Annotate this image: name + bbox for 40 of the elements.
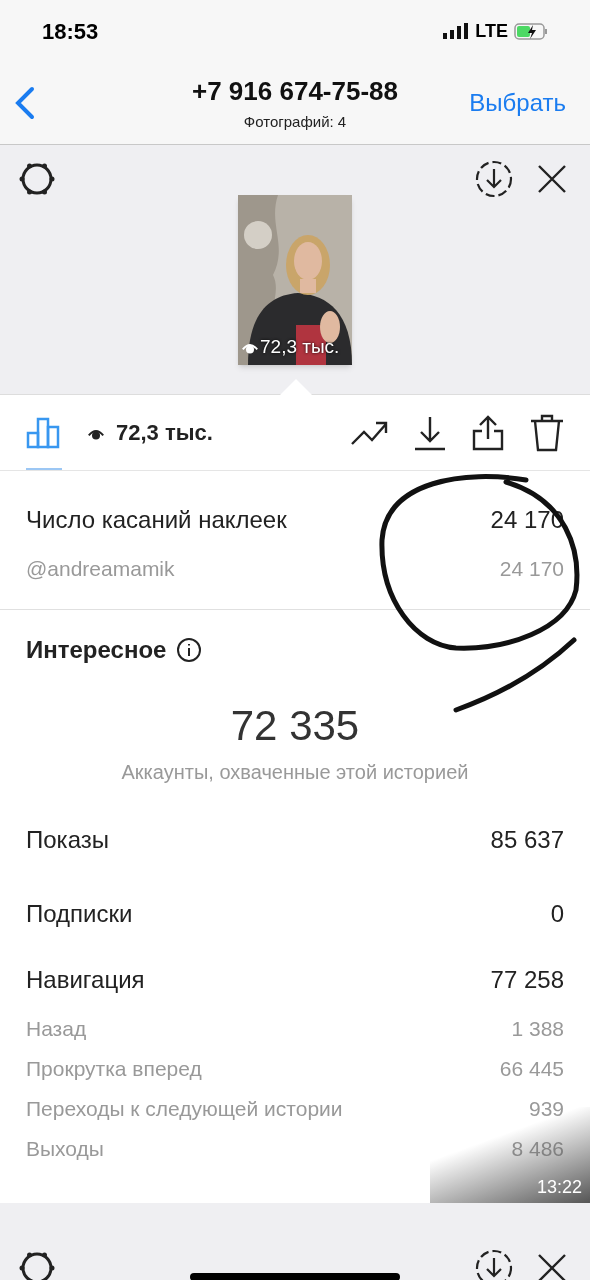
metric-label: Число касаний наклеек	[26, 505, 287, 535]
network-label: LTE	[475, 19, 508, 43]
close-icon[interactable]	[536, 1252, 568, 1280]
video-duration: 13:22	[536, 1176, 582, 1199]
photo-count: Фотографий: 4	[243, 112, 347, 133]
download-icon[interactable]	[414, 414, 446, 451]
metric-label: Навигация	[26, 965, 145, 995]
status-time: 18:53	[42, 17, 99, 46]
pointer-notch	[280, 379, 312, 395]
metric-label: Подписки	[26, 899, 133, 929]
metric-value: 66 445	[499, 1056, 564, 1083]
signal-icon	[443, 23, 470, 39]
metric-label: Прокрутка вперед	[26, 1056, 202, 1083]
metric-label: Выходы	[26, 1136, 104, 1163]
metric-value: 8 486	[511, 1136, 564, 1163]
reach-total: 72 335	[230, 701, 360, 751]
info-icon[interactable]	[176, 637, 203, 663]
metric-label: Переходы к следующей истории	[26, 1096, 343, 1123]
close-icon[interactable]	[536, 163, 568, 195]
contact-title: +7 916 674-75-88	[192, 75, 398, 109]
reach-caption: Аккаунты, охваченные этой историей	[121, 760, 469, 785]
metric-value: 24 170	[499, 556, 564, 583]
trend-icon[interactable]	[350, 419, 388, 446]
metric-label: Назад	[26, 1016, 87, 1043]
metric-label: Показы	[26, 825, 109, 855]
metric-value: 77 258	[490, 965, 564, 995]
share-icon[interactable]	[472, 414, 504, 451]
metric-label: @andreamamik	[26, 556, 175, 583]
metric-value: 85 637	[490, 825, 564, 855]
toolbar-views: 72,3 тыс.	[116, 419, 213, 447]
battery-icon	[514, 22, 548, 40]
metric-value: 1 388	[511, 1016, 564, 1043]
back-icon[interactable]	[14, 86, 36, 120]
select-button[interactable]: Выбрать	[469, 85, 576, 121]
section-title: Интересное	[26, 635, 167, 665]
metric-value: 0	[550, 899, 564, 929]
download-icon[interactable]	[474, 159, 514, 199]
trash-icon[interactable]	[530, 413, 564, 452]
download-icon[interactable]	[474, 1248, 514, 1280]
metric-value: 939	[528, 1096, 564, 1123]
